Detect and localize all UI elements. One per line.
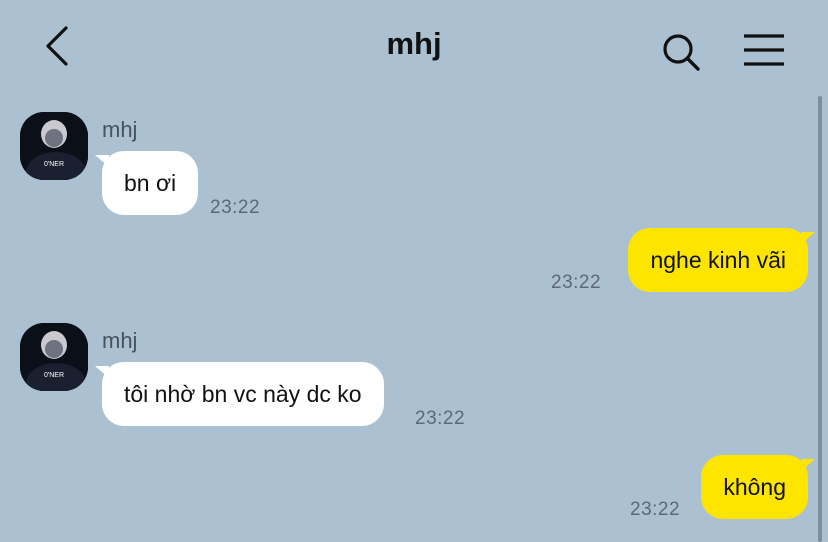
message-timestamp: 23:22	[210, 197, 261, 218]
avatar-logo-text: 0'NER	[44, 372, 64, 379]
avatar[interactable]: 0'NER	[20, 323, 88, 391]
hamburger-menu-icon	[744, 34, 784, 66]
scrollbar[interactable]	[818, 96, 822, 542]
menu-button[interactable]	[740, 30, 788, 70]
message-bubble-outgoing[interactable]: nghe kinh vãi	[628, 228, 815, 292]
avatar-photo: 0'NER	[20, 112, 88, 180]
search-button[interactable]	[658, 30, 704, 76]
message-timestamp: 23:22	[630, 499, 681, 520]
message-timestamp: 23:22	[551, 272, 602, 293]
avatar-photo: 0'NER	[20, 323, 88, 391]
message-bubble-outgoing[interactable]: không	[701, 455, 815, 519]
search-icon	[663, 34, 700, 71]
sender-name: mhj	[102, 328, 138, 353]
message-timestamp: 23:22	[415, 408, 466, 429]
message-bubble-incoming[interactable]: bn ơi	[94, 151, 199, 215]
chat-header: mhj	[0, 0, 828, 92]
avatar-logo-text: 0'NER	[44, 161, 64, 168]
message-bubble-incoming[interactable]: tôi nhờ bn vc này dc ko	[95, 362, 384, 426]
avatar[interactable]: 0'NER	[20, 112, 88, 180]
sender-name: mhj	[102, 117, 138, 142]
